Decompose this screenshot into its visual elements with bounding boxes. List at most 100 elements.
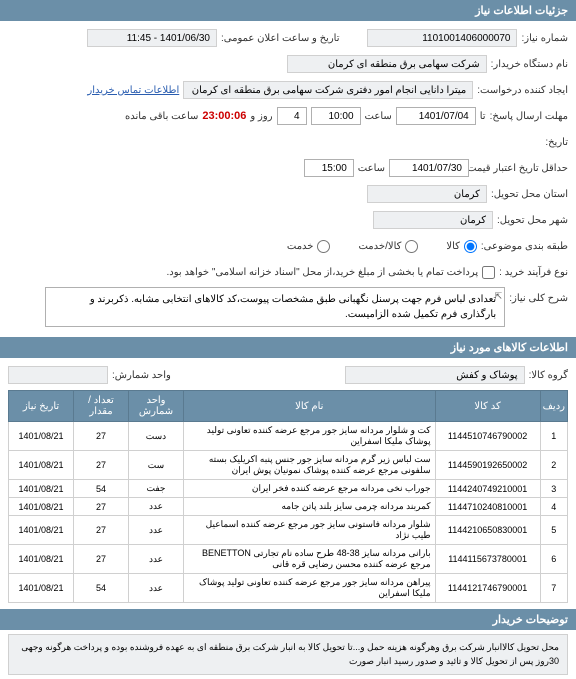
cell-idx: 1: [540, 422, 567, 451]
org-label: نام دستگاه خریدار:: [491, 59, 568, 70]
cell-qty: 54: [74, 480, 129, 498]
need-number-value: 1101001406000070: [367, 29, 517, 47]
tarikh-label: تاریخ:: [545, 137, 568, 148]
cell-qty: 27: [74, 451, 129, 480]
hour-label-2: ساعت: [358, 163, 385, 174]
cell-idx: 6: [540, 545, 567, 574]
radio-service[interactable]: [317, 240, 330, 253]
cell-idx: 4: [540, 498, 567, 516]
delivery-city-label: شهر محل تحویل:: [497, 215, 568, 226]
contact-link[interactable]: اطلاعات تماس خریدار: [87, 85, 179, 96]
cell-unit: عدد: [129, 516, 184, 545]
table-row: 11144510746790002کت و شلوار مردانه سایز …: [9, 422, 568, 451]
cell-unit: عدد: [129, 545, 184, 574]
th-name: نام کالا: [184, 391, 436, 422]
cell-date: 1401/08/21: [9, 516, 74, 545]
cell-idx: 2: [540, 451, 567, 480]
cell-idx: 3: [540, 480, 567, 498]
cat-goods: کالا: [446, 241, 460, 252]
table-row: 51144210650830001شلوار مردانه فاستونی سا…: [9, 516, 568, 545]
cell-name: پیراهن مردانه سایز جور مرجع عرضه کننده ت…: [184, 574, 436, 603]
credit-date: 1401/07/30: [389, 159, 469, 177]
day-label: روز و: [250, 111, 272, 122]
credit-label: حداقل تاریخ اعتبار قیمت تا تاریخ:: [473, 163, 568, 174]
delivery-addr: کرمان: [367, 185, 487, 203]
desc-text: تعدادی لباس فرم جهت پرسنل نگهبانی طبق مش…: [90, 294, 496, 320]
th-date: تاریخ نیاز: [9, 391, 74, 422]
cell-unit: دست: [129, 422, 184, 451]
cell-idx: 7: [540, 574, 567, 603]
desc-label: شرح کلی نیاز:: [509, 287, 568, 304]
cell-name: جوراب نخی مردانه مرجع عرضه کننده فخر ایر…: [184, 480, 436, 498]
table-row: 71144121746790001پیراهن مردانه سایز جور …: [9, 574, 568, 603]
cell-code: 1144590192650002: [435, 451, 540, 480]
cell-code: 1144210650830001: [435, 516, 540, 545]
group-value: پوشاک و کفش: [345, 366, 525, 384]
cell-qty: 27: [74, 498, 129, 516]
need-number-label: شماره نیاز:: [521, 33, 568, 44]
radio-goods-service[interactable]: [405, 240, 418, 253]
goods-table: ردیف کد کالا نام کالا واحد شمارش تعداد /…: [8, 390, 568, 603]
desc-box: ⇱ تعدادی لباس فرم جهت پرسنل نگهبانی طبق …: [45, 287, 505, 327]
cell-qty: 54: [74, 574, 129, 603]
cell-unit: عدد: [129, 574, 184, 603]
cell-code: 1144710240810001: [435, 498, 540, 516]
cell-idx: 5: [540, 516, 567, 545]
footer-text: محل تحویل کالاانبار شرکت برق وهرگونه هزی…: [8, 634, 568, 675]
unit-label: واحد شمارش:: [112, 370, 171, 381]
cell-date: 1401/08/21: [9, 451, 74, 480]
cell-qty: 27: [74, 516, 129, 545]
table-row: 61144115673780001بارانی مردانه سایز 38-4…: [9, 545, 568, 574]
group-label: گروه کالا:: [529, 370, 568, 381]
deadline-label2: تا: [480, 111, 486, 122]
category-label: طبقه بندی موضوعی:: [481, 241, 568, 252]
cell-code: 1144240749210001: [435, 480, 540, 498]
cell-unit: جفت: [129, 480, 184, 498]
cell-code: 1144121746790001: [435, 574, 540, 603]
announce-value: 1401/06/30 - 11:45: [87, 29, 217, 47]
cell-date: 1401/08/21: [9, 480, 74, 498]
cell-unit: عدد: [129, 498, 184, 516]
cell-date: 1401/08/21: [9, 545, 74, 574]
cell-name: شلوار مردانه فاستونی سایز جور مرجع عرضه …: [184, 516, 436, 545]
remain-label: ساعت باقی مانده: [125, 111, 198, 122]
delivery-addr-label: استان محل تحویل:: [491, 189, 568, 200]
table-row: 41144710240810001کمربند مردانه چرمی سایز…: [9, 498, 568, 516]
cell-name: بارانی مردانه سایز 38-48 طرح ساده نام تج…: [184, 545, 436, 574]
cell-code: 1144115673780001: [435, 545, 540, 574]
expand-icon[interactable]: ⇱: [495, 290, 503, 304]
th-unit: واحد شمارش: [129, 391, 184, 422]
cell-name: کمربند مردانه چرمی سایز بلند پاتن جامه: [184, 498, 436, 516]
process-note: پرداخت تمام یا بخشی از مبلغ خرید،از محل …: [167, 267, 479, 278]
cell-qty: 27: [74, 422, 129, 451]
th-code: کد کالا: [435, 391, 540, 422]
th-idx: ردیف: [540, 391, 567, 422]
cat-service: کالا/خدمت: [358, 241, 401, 252]
radio-goods[interactable]: [464, 240, 477, 253]
cell-date: 1401/08/21: [9, 574, 74, 603]
cell-name: کت و شلوار مردانه سایز جور مرجع عرضه کنن…: [184, 422, 436, 451]
process-checkbox[interactable]: [482, 266, 495, 279]
cell-name: ست لباس زیر گرم مردانه سایز جور جنس پنبه…: [184, 451, 436, 480]
process-label: نوع فرآیند خرید :: [499, 267, 568, 278]
section-notes: توضیحات خریدار: [0, 609, 576, 630]
deadline-date: 1401/07/04: [396, 107, 476, 125]
deadline-label: مهلت ارسال پاسخ:: [490, 111, 568, 122]
requester-label: ایجاد کننده درخواست:: [477, 85, 568, 96]
section-need-info: جزئیات اطلاعات نیاز: [0, 0, 576, 21]
requester-value: میترا دانایی انجام امور دفتری شرکت سهامی…: [183, 81, 473, 99]
cell-date: 1401/08/21: [9, 498, 74, 516]
section-goods-info: اطلاعات کالاهای مورد نیاز: [0, 337, 576, 358]
delivery-city: کرمان: [373, 211, 493, 229]
days-remain: 4: [277, 107, 307, 125]
cell-qty: 27: [74, 545, 129, 574]
unit-value: [8, 366, 108, 384]
cell-code: 1144510746790002: [435, 422, 540, 451]
deadline-hour: 10:00: [311, 107, 361, 125]
cell-date: 1401/08/21: [9, 422, 74, 451]
cell-unit: ست: [129, 451, 184, 480]
hour-label-1: ساعت: [365, 111, 392, 122]
th-qty: تعداد / مقدار: [74, 391, 129, 422]
credit-hour: 15:00: [304, 159, 354, 177]
org-value: شرکت سهامی برق منطقه ای کرمان: [287, 55, 487, 73]
